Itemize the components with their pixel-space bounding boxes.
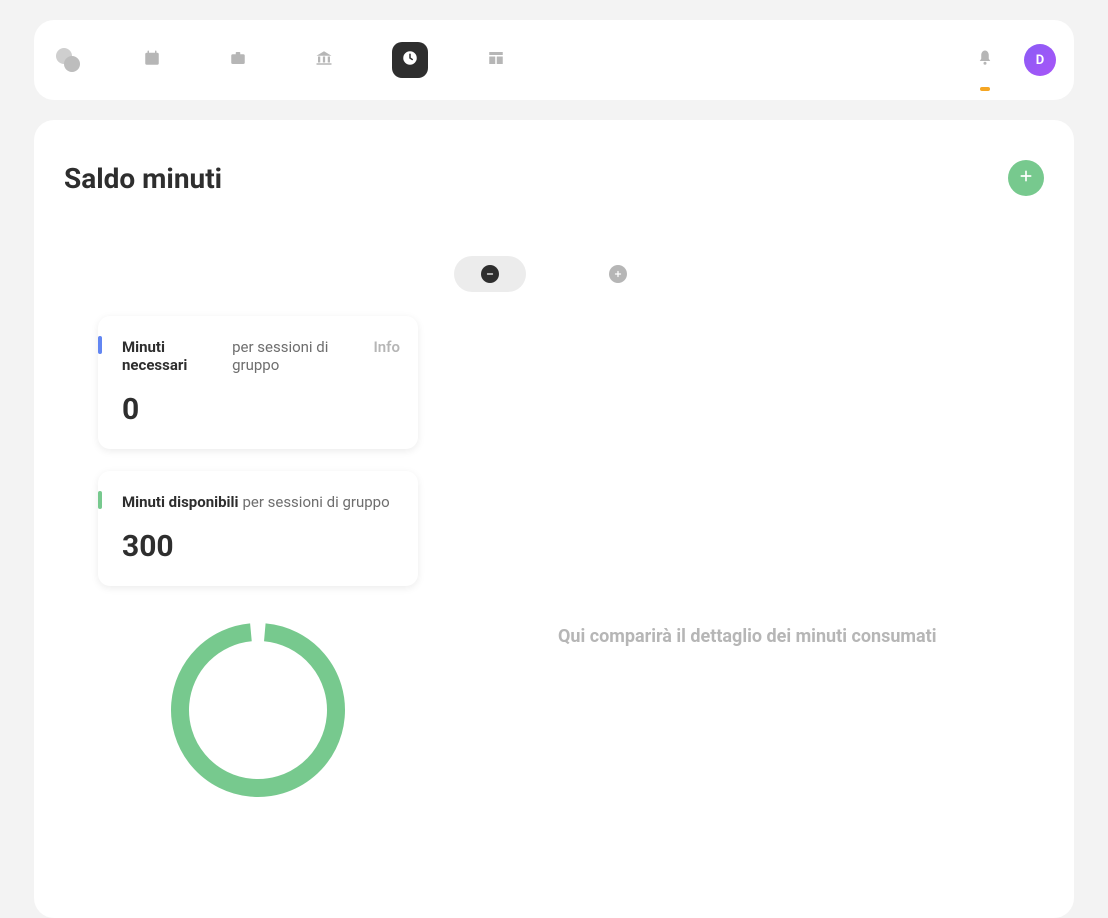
donut-wrap xyxy=(98,622,418,798)
calendar-icon xyxy=(143,49,161,71)
card-value: 300 xyxy=(122,529,400,564)
info-link[interactable]: Info xyxy=(373,338,400,356)
card-title-rest: per sessioni di gruppo xyxy=(242,493,389,511)
layout-icon xyxy=(487,49,505,71)
cards-area: Minuti necessari per sessioni di gruppo … xyxy=(34,316,1074,586)
bank-icon xyxy=(315,49,333,71)
card-minuti-disponibili: Minuti disponibili per sessioni di grupp… xyxy=(98,471,418,586)
clock-icon xyxy=(401,49,419,71)
detail-empty-text: Qui comparirà il dettaglio dei minuti co… xyxy=(418,622,1074,647)
toggle-plus[interactable] xyxy=(582,256,654,292)
top-nav: D xyxy=(34,20,1074,100)
nav-bank[interactable] xyxy=(306,42,342,78)
notification-indicator xyxy=(980,87,990,91)
add-button[interactable] xyxy=(1008,160,1044,196)
page-title: Saldo minuti xyxy=(64,162,222,195)
nav-briefcase[interactable] xyxy=(220,42,256,78)
toggle-minus[interactable] xyxy=(454,256,526,292)
donut-chart xyxy=(170,622,346,798)
chart-row: Qui comparirà il dettaglio dei minuti co… xyxy=(34,622,1074,798)
card-title-line: Minuti necessari per sessioni di gruppo … xyxy=(122,338,400,374)
toggle-row xyxy=(34,256,1074,292)
card-title-bold: Minuti necessari xyxy=(122,338,228,374)
card-title-rest: per sessioni di gruppo xyxy=(232,338,371,374)
card-title-bold: Minuti disponibili xyxy=(122,493,238,511)
nav-right: D xyxy=(976,44,1056,76)
nav-calendar[interactable] xyxy=(134,42,170,78)
minus-icon xyxy=(481,265,499,283)
card-accent xyxy=(98,336,102,354)
panel-header: Saldo minuti xyxy=(34,160,1074,196)
nav-clock[interactable] xyxy=(392,42,428,78)
briefcase-icon xyxy=(229,49,247,71)
nav-layout[interactable] xyxy=(478,42,514,78)
plus-icon xyxy=(1018,168,1034,188)
card-value: 0 xyxy=(122,392,400,427)
card-minuti-necessari: Minuti necessari per sessioni di gruppo … xyxy=(98,316,418,449)
app-logo[interactable] xyxy=(52,44,84,76)
bell-icon xyxy=(976,52,994,71)
notifications-button[interactable] xyxy=(976,49,994,71)
avatar[interactable]: D xyxy=(1024,44,1056,76)
card-accent xyxy=(98,491,102,509)
plus-small-icon xyxy=(609,265,627,283)
nav-icons-group xyxy=(134,42,514,78)
card-title-line: Minuti disponibili per sessioni di grupp… xyxy=(122,493,400,511)
avatar-initial: D xyxy=(1036,53,1044,68)
main-panel: Saldo minuti Minuti necessari per sessio… xyxy=(34,120,1074,918)
